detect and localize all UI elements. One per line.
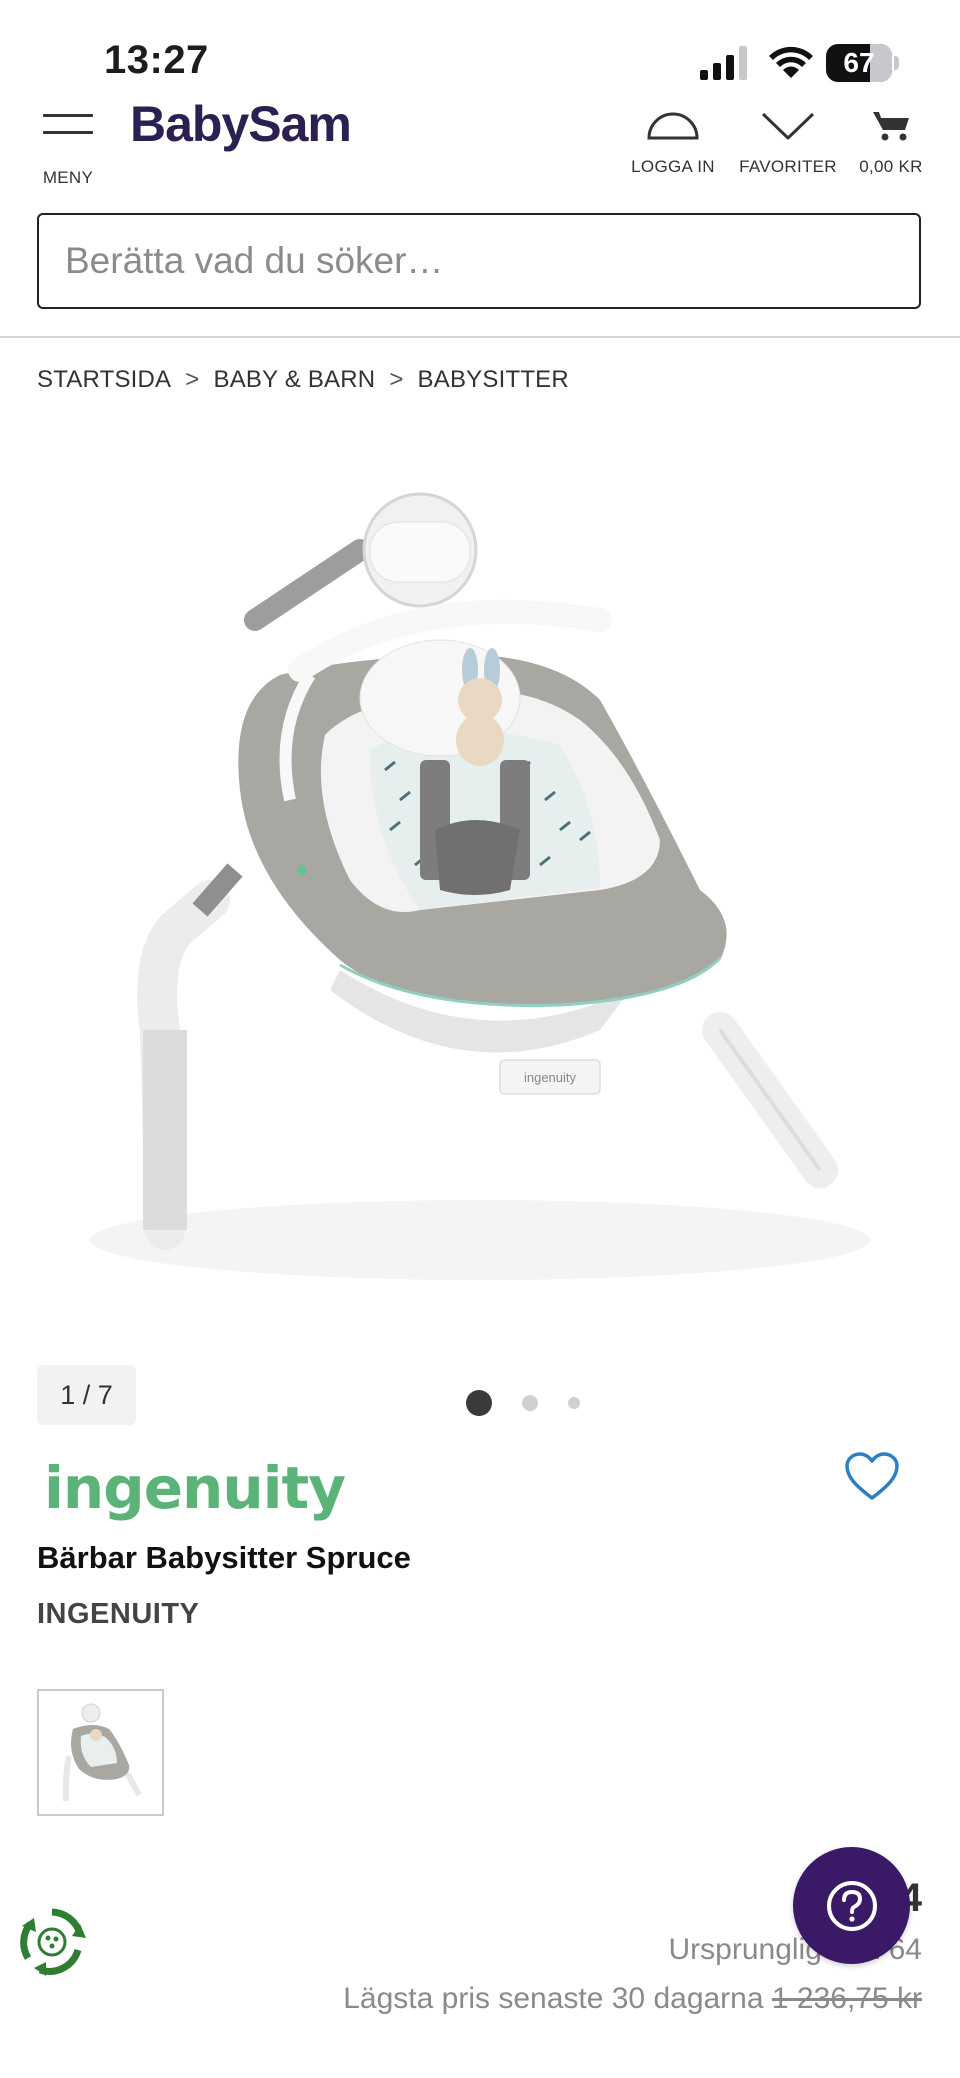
breadcrumb-separator: > (185, 366, 200, 393)
breadcrumb-babysitter[interactable]: BABYSITTER (418, 366, 569, 394)
status-time: 13:27 (104, 38, 209, 82)
help-button[interactable] (793, 1847, 910, 1964)
login-label: LOGGA IN (631, 157, 715, 176)
login-button[interactable]: LOGGA IN (628, 108, 718, 177)
cart-button[interactable]: 0,00 KR (856, 108, 926, 177)
breadcrumb-home[interactable]: STARTSIDA (37, 366, 171, 394)
product-brand[interactable]: INGENUITY (37, 1598, 199, 1631)
gallery-counter: 1 / 7 (37, 1365, 136, 1425)
svg-text:ingenuity: ingenuity (524, 1070, 577, 1085)
lowest-price-value: 1 236,75 kr (771, 1982, 922, 2015)
battery-indicator: 67 (826, 44, 892, 82)
thumbnail-image (62, 1703, 142, 1802)
product-title: Bärbar Babysitter Spruce (37, 1540, 411, 1575)
breadcrumb: STARTSIDA > BABY & BARN > BABYSITTER (37, 366, 569, 394)
user-icon (647, 112, 699, 140)
gallery-dot[interactable] (568, 1397, 580, 1409)
breadcrumb-separator: > (389, 366, 404, 393)
wifi-icon (769, 46, 813, 78)
gallery-dot[interactable] (522, 1395, 538, 1411)
favorites-button[interactable]: FAVORITER (736, 108, 840, 177)
hamburger-icon (43, 114, 93, 134)
site-logo[interactable]: BabySam (130, 100, 351, 158)
heart-icon (761, 112, 815, 140)
breadcrumb-baby-barn[interactable]: BABY & BARN (214, 366, 376, 394)
signal-icon (700, 46, 747, 80)
battery-percent: 67 (843, 47, 875, 78)
status-bar: 13:27 67 (0, 0, 960, 110)
product-thumbnail[interactable] (37, 1689, 164, 1816)
favorite-heart-icon[interactable] (844, 1452, 900, 1502)
favorites-label: FAVORITER (739, 157, 837, 176)
search-input[interactable] (39, 240, 919, 282)
cart-total: 0,00 KR (859, 157, 923, 176)
lowest-price-label: Lägsta pris senaste 30 dagarna (343, 1982, 764, 2015)
battery-nub (894, 56, 899, 70)
header-divider (0, 336, 960, 338)
gallery-dots (466, 1390, 610, 1416)
gallery-dot[interactable] (466, 1390, 492, 1416)
search-box[interactable] (37, 213, 921, 309)
menu-label: MENY (42, 168, 94, 187)
menu-button[interactable]: MENY (38, 110, 98, 187)
product-image[interactable]: ingenuity (40, 470, 920, 1310)
lowest-price: Lägsta pris senaste 30 dagarna 1 236,75 … (343, 1982, 922, 2016)
question-icon (826, 1880, 877, 1931)
site-header: MENY BabySam LOGGA IN FAVORITER 0,00 KR (0, 100, 960, 200)
brand-logo[interactable]: ingenuity (44, 1454, 346, 1522)
cart-icon (873, 112, 909, 141)
recycle-icon[interactable] (16, 1906, 88, 1978)
